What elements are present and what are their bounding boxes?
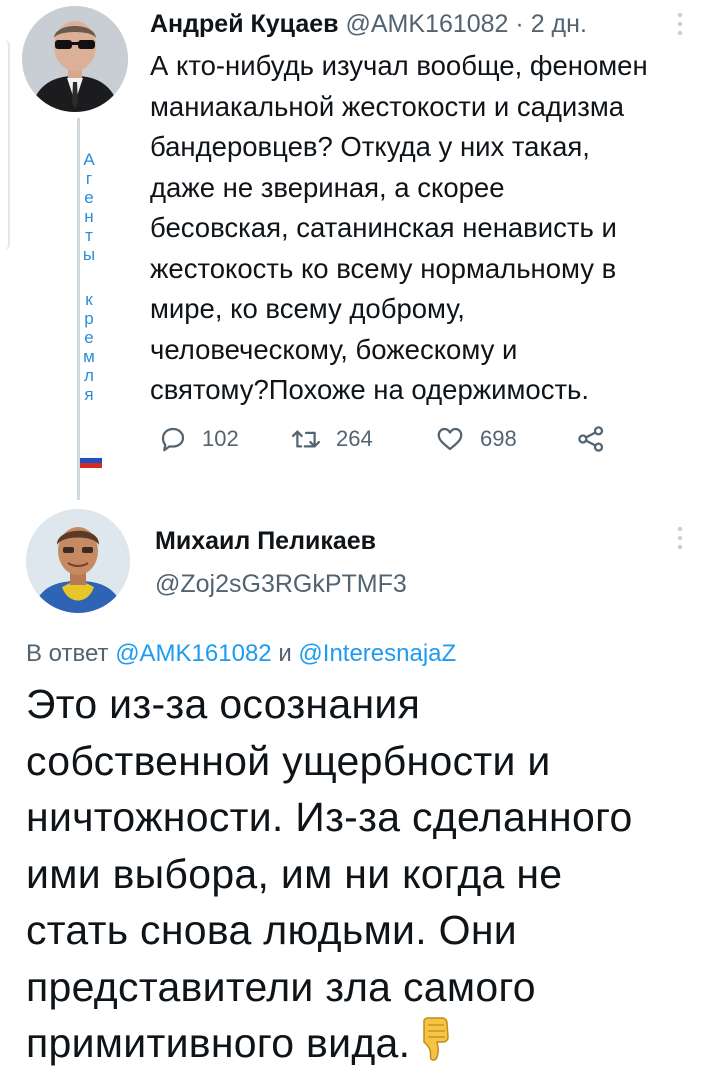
like-count: 698 bbox=[480, 426, 517, 451]
reply-mention-link[interactable]: @AMK161082 bbox=[115, 640, 271, 667]
author-name[interactable]: Михаил Пеликаев bbox=[155, 527, 376, 556]
tweet-text-body: Это из-за осознания собственной ущербнос… bbox=[26, 681, 633, 1066]
share-icon bbox=[576, 424, 606, 454]
like-button[interactable]: 698 bbox=[434, 424, 517, 454]
meta-separator: · bbox=[515, 10, 524, 38]
tweet-time[interactable]: 2 дн. bbox=[531, 10, 587, 38]
avatar-side-letter bbox=[80, 264, 98, 290]
avatar-side-letter: ы bbox=[82, 245, 96, 264]
retweet-button[interactable]: 264 bbox=[290, 424, 373, 454]
reply-prefix: В ответ bbox=[26, 640, 109, 667]
avatar-side-letter: г bbox=[85, 169, 93, 188]
author-name[interactable]: Андрей Куцаев bbox=[150, 10, 339, 38]
more-icon[interactable] bbox=[672, 524, 688, 554]
reply-count: 102 bbox=[202, 426, 239, 451]
avatar[interactable] bbox=[22, 6, 128, 112]
avatar-side-letter: т bbox=[85, 226, 93, 245]
more-icon[interactable] bbox=[672, 10, 688, 40]
russia-flag-icon bbox=[79, 452, 103, 468]
reply-icon bbox=[158, 424, 188, 454]
avatar-side-text: Агентыкремля bbox=[80, 150, 98, 404]
reply-button[interactable]: 102 bbox=[158, 424, 239, 454]
author-handle[interactable]: @AMK161082 bbox=[345, 10, 508, 38]
reply-and: и bbox=[278, 640, 292, 667]
reply-context: В ответ @AMK161082 и @InteresnajaZ bbox=[26, 640, 456, 668]
avatar-side-letter: н bbox=[84, 207, 94, 226]
avatar-side-letter: А bbox=[83, 150, 95, 169]
tweet-text: Это из-за осознания собственной ущербнос… bbox=[26, 676, 706, 1072]
left-edge-bar bbox=[0, 40, 10, 250]
retweet-icon bbox=[290, 424, 322, 454]
avatar-side-letter: е bbox=[84, 188, 94, 207]
avatar-side-letter: я bbox=[84, 385, 94, 404]
share-button[interactable] bbox=[576, 424, 606, 454]
reply-mention-link[interactable]: @InteresnajaZ bbox=[298, 640, 456, 667]
tweet-text: А кто-нибудь изучал вообще, феномен мани… bbox=[150, 50, 648, 405]
thumbs-down-icon bbox=[418, 1017, 452, 1063]
avatar-side-letter: к bbox=[85, 290, 93, 309]
avatar-side-letter: р bbox=[84, 309, 94, 328]
retweet-count: 264 bbox=[336, 426, 373, 451]
avatar-side-letter: е bbox=[84, 328, 94, 347]
tweet-header: Андрей Куцаев @AMK161082 · 2 дн. bbox=[150, 10, 587, 39]
avatar-side-letter: л bbox=[84, 366, 94, 385]
author-handle[interactable]: @Zoj2sG3RGkPTMF3 bbox=[155, 570, 407, 599]
tweet-actions: 102 264 698 bbox=[158, 424, 638, 460]
avatar[interactable] bbox=[26, 509, 130, 613]
avatar-side-letter: м bbox=[83, 347, 95, 366]
like-icon bbox=[434, 424, 466, 454]
